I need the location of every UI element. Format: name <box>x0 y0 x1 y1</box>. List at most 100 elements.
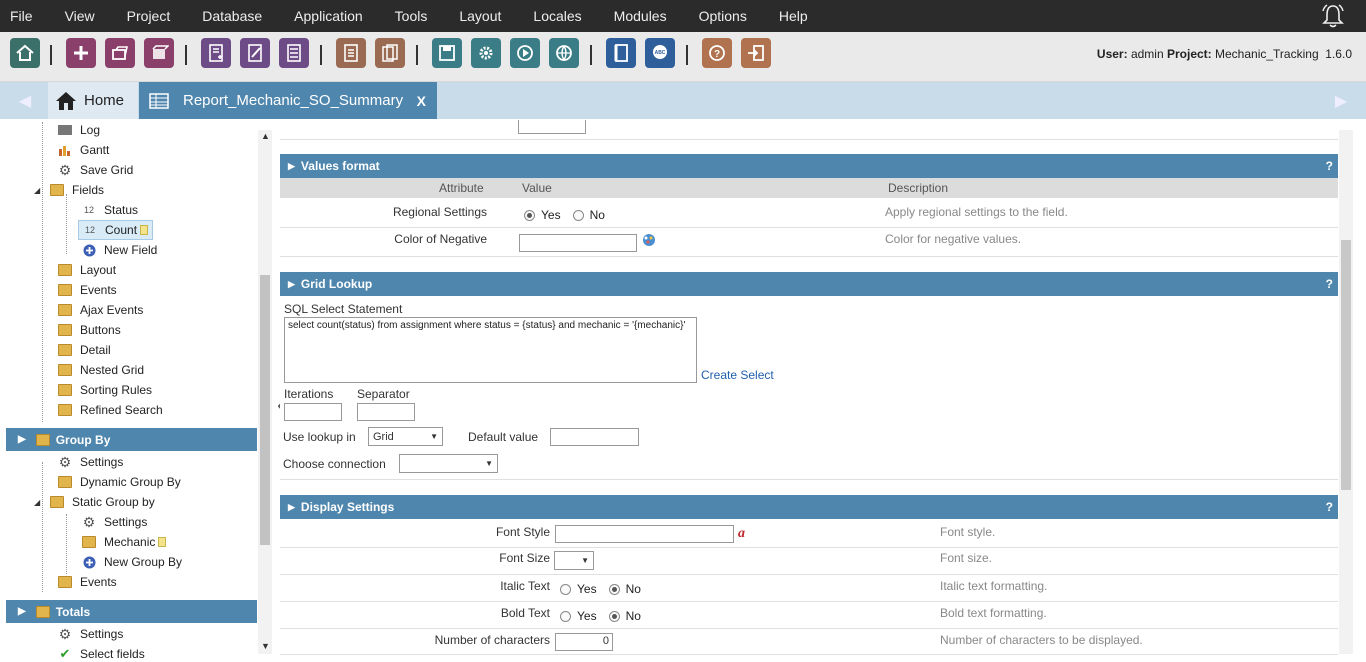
tab-home[interactable]: Home <box>48 82 138 119</box>
tree-item-log[interactable]: Log <box>58 122 100 140</box>
tree-item-new-group-by[interactable]: New Group By <box>82 552 182 572</box>
folder-icon <box>58 403 72 417</box>
tree-item-static-settings[interactable]: ⚙ Settings <box>82 512 148 532</box>
document-icon[interactable] <box>336 38 366 68</box>
tree-item-new-field[interactable]: New Field <box>82 240 157 260</box>
collapse-icon[interactable]: ◢ <box>34 498 50 507</box>
tree-item-fields[interactable]: ◢ Fields <box>34 180 104 200</box>
color-negative-input[interactable] <box>519 234 637 252</box>
help-icon[interactable]: ? <box>1326 277 1333 291</box>
tab-close-button[interactable]: X <box>417 93 426 109</box>
separator-input[interactable] <box>357 403 415 421</box>
home-icon[interactable] <box>10 38 40 68</box>
bold-yes-radio[interactable] <box>560 610 571 622</box>
regional-settings-radio[interactable]: Yes No <box>524 208 605 222</box>
tab-scroll-right-icon[interactable]: ▶ <box>1321 82 1361 119</box>
grid-lookup-header[interactable]: ▶ Grid Lookup? <box>280 272 1338 296</box>
font-style-input[interactable] <box>555 525 734 543</box>
create-select-link[interactable]: Create Select <box>701 368 774 382</box>
menu-layout[interactable]: Layout <box>443 0 517 32</box>
tree-item-detail[interactable]: Detail <box>58 340 111 360</box>
menu-modules[interactable]: Modules <box>598 0 683 32</box>
main-scrollbar-thumb[interactable] <box>1341 240 1351 490</box>
menu-project[interactable]: Project <box>111 0 187 32</box>
tree-item-layout[interactable]: Layout <box>58 260 116 280</box>
regional-yes-radio[interactable] <box>524 209 535 221</box>
expand-icon[interactable]: ▶ <box>18 434 26 445</box>
default-value-input[interactable] <box>550 428 639 446</box>
italic-text-radio[interactable]: Yes No <box>560 582 641 596</box>
scroll-down-icon[interactable]: ▼ <box>261 641 270 651</box>
scroll-up-icon[interactable]: ▲ <box>261 131 270 141</box>
tree-item-totals-settings[interactable]: ⚙ Settings <box>58 624 124 644</box>
prev-field-input[interactable] <box>518 120 586 134</box>
font-size-select[interactable]: ▼ <box>554 551 594 570</box>
bold-text-radio[interactable]: Yes No <box>560 609 641 623</box>
menu-database[interactable]: Database <box>186 0 278 32</box>
menu-locales[interactable]: Locales <box>517 0 597 32</box>
tree-item-ajax-events[interactable]: Ajax Events <box>58 300 143 320</box>
tree-item-group-settings[interactable]: ⚙ Settings <box>58 452 124 472</box>
use-lookup-select[interactable]: Grid ▼ <box>368 427 443 446</box>
list-app-icon[interactable] <box>279 38 309 68</box>
tree-item-save-grid[interactable]: ⚙ Save Grid <box>58 160 134 180</box>
iterations-input[interactable] <box>284 403 342 421</box>
values-format-header[interactable]: ▶ Values format? <box>280 154 1338 178</box>
project-name: Mechanic_Tracking <box>1215 47 1319 61</box>
tree-item-events[interactable]: Events <box>58 280 117 300</box>
tree-item-select-fields[interactable]: ✔ Select fields <box>58 644 145 662</box>
box-icon[interactable] <box>144 38 174 68</box>
tree-item-dynamic-group-by[interactable]: Dynamic Group By <box>58 472 181 492</box>
italic-yes-radio[interactable] <box>560 583 571 595</box>
help-icon[interactable]: ? <box>1326 500 1333 514</box>
exit-icon[interactable] <box>741 38 771 68</box>
add-icon[interactable] <box>66 38 96 68</box>
chars-label: Number of characters <box>434 633 550 647</box>
help-icon[interactable]: ? <box>1326 159 1333 173</box>
menu-application[interactable]: Application <box>278 0 379 32</box>
spellcheck-icon[interactable]: ABC <box>645 38 675 68</box>
tree-section-group-by[interactable]: ▶ Group By <box>6 428 257 451</box>
tree-item-sorting-rules[interactable]: Sorting Rules <box>58 380 152 400</box>
bold-no-radio[interactable] <box>608 610 620 622</box>
tree-item-buttons[interactable]: Buttons <box>58 320 121 340</box>
display-settings-header[interactable]: ▶ Display Settings? <box>280 495 1338 519</box>
tree-item-status[interactable]: 12 Status <box>82 200 138 220</box>
menu-help[interactable]: Help <box>763 0 824 32</box>
menu-file[interactable]: File <box>0 0 49 32</box>
tree-section-totals[interactable]: ▶ Totals <box>6 600 257 623</box>
sidebar-scrollbar-thumb[interactable] <box>260 275 270 545</box>
expand-icon[interactable]: ▶ <box>18 606 26 617</box>
tree-item-static-group-by[interactable]: ◢ Static Group by <box>34 492 155 512</box>
sql-textarea[interactable]: select count(status) from assignment whe… <box>284 317 697 383</box>
collapse-icon[interactable]: ◢ <box>34 186 50 195</box>
tab-scroll-left-icon[interactable]: ◀ <box>5 82 45 119</box>
tree-item-refined-search[interactable]: Refined Search <box>58 400 163 420</box>
menu-options[interactable]: Options <box>683 0 763 32</box>
play-icon[interactable] <box>510 38 540 68</box>
menu-view[interactable]: View <box>49 0 111 32</box>
tree-item-group-events[interactable]: Events <box>58 572 117 592</box>
gear-icon[interactable] <box>471 38 501 68</box>
tree-item-gantt[interactable]: Gantt <box>58 140 109 160</box>
notification-bell-icon[interactable] <box>1320 3 1346 29</box>
globe-icon[interactable] <box>549 38 579 68</box>
font-picker-icon[interactable]: a <box>738 527 752 541</box>
open-icon[interactable] <box>105 38 135 68</box>
color-picker-icon[interactable] <box>641 233 657 247</box>
help-icon[interactable]: ? <box>702 38 732 68</box>
tree-item-nested-grid[interactable]: Nested Grid <box>58 360 144 380</box>
book-icon[interactable] <box>606 38 636 68</box>
tree-item-mechanic[interactable]: Mechanic <box>82 532 167 552</box>
edit-app-icon[interactable] <box>240 38 270 68</box>
chars-input[interactable]: 0 <box>555 633 613 651</box>
tree-item-count[interactable]: 12 Count <box>78 220 154 240</box>
menu-tools[interactable]: Tools <box>379 0 444 32</box>
save-icon[interactable] <box>432 38 462 68</box>
documents-icon[interactable] <box>375 38 405 68</box>
tab-report[interactable]: Report_Mechanic_SO_Summary X <box>139 82 437 119</box>
new-app-icon[interactable] <box>201 38 231 68</box>
choose-connection-select[interactable]: ▼ <box>399 454 498 473</box>
regional-no-radio[interactable] <box>572 209 584 221</box>
italic-no-radio[interactable] <box>608 583 620 595</box>
